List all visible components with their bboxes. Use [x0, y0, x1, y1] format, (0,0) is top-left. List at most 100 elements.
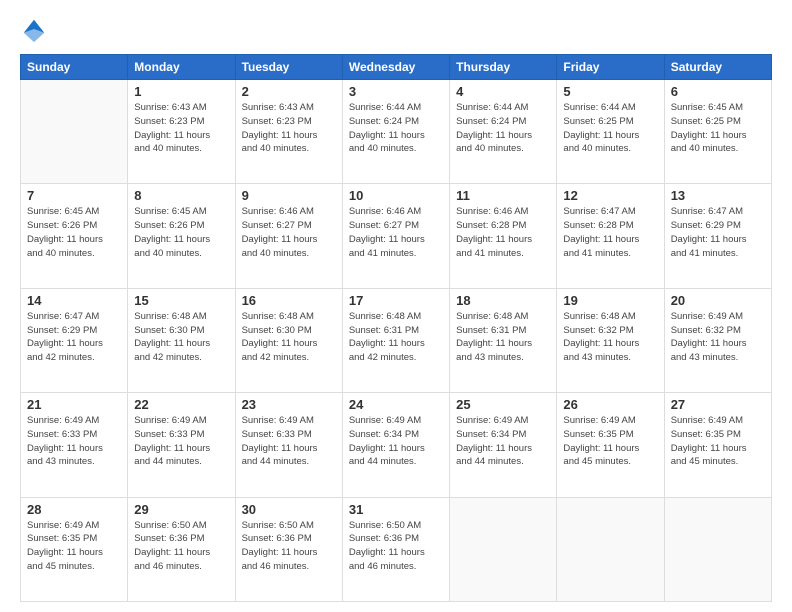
day-info: Sunrise: 6:44 AM Sunset: 6:24 PM Dayligh… [349, 101, 443, 156]
calendar-week-row: 14 Sunrise: 6:47 AM Sunset: 6:29 PM Dayli… [21, 288, 772, 392]
day-info: Sunrise: 6:48 AM Sunset: 6:31 PM Dayligh… [456, 310, 550, 365]
calendar-cell: 20 Sunrise: 6:49 AM Sunset: 6:32 PM Dayli… [664, 288, 771, 392]
day-number: 5 [563, 84, 657, 99]
col-header-saturday: Saturday [664, 55, 771, 80]
day-number: 14 [27, 293, 121, 308]
calendar-cell: 23Sunrise: 6:49 AM Sunset: 6:33 PM Dayli… [235, 393, 342, 497]
day-number: 23 [242, 397, 336, 412]
day-number: 31 [349, 502, 443, 517]
day-info: Sunrise: 6:48 AM Sunset: 6:30 PM Dayligh… [242, 310, 336, 365]
day-info: Sunrise: 6:48 AM Sunset: 6:32 PM Dayligh… [563, 310, 657, 365]
day-number: 4 [456, 84, 550, 99]
calendar-cell: 2Sunrise: 6:43 AM Sunset: 6:23 PM Daylig… [235, 80, 342, 184]
day-info: Sunrise: 6:45 AM Sunset: 6:26 PM Dayligh… [27, 205, 121, 260]
calendar-cell: 25 Sunrise: 6:49 AM Sunset: 6:34 PM Dayli… [450, 393, 557, 497]
day-number: 6 [671, 84, 765, 99]
day-number: 9 [242, 188, 336, 203]
day-number: 22 [134, 397, 228, 412]
calendar-cell: 15 Sunrise: 6:48 AM Sunset: 6:30 PM Dayli… [128, 288, 235, 392]
day-info: Sunrise: 6:48 AM Sunset: 6:31 PM Dayligh… [349, 310, 443, 365]
day-info: Sunrise: 6:49 AM Sunset: 6:35 PM Dayligh… [563, 414, 657, 469]
day-number: 20 [671, 293, 765, 308]
day-info: Sunrise: 6:49 AM Sunset: 6:33 PM Dayligh… [134, 414, 228, 469]
col-header-monday: Monday [128, 55, 235, 80]
day-info: Sunrise: 6:46 AM Sunset: 6:28 PM Dayligh… [456, 205, 550, 260]
calendar-cell: 4 Sunrise: 6:44 AM Sunset: 6:24 PM Daylig… [450, 80, 557, 184]
day-number: 29 [134, 502, 228, 517]
day-info: Sunrise: 6:44 AM Sunset: 6:24 PM Dayligh… [456, 101, 550, 156]
day-info: Sunrise: 6:49 AM Sunset: 6:34 PM Dayligh… [349, 414, 443, 469]
day-info: Sunrise: 6:50 AM Sunset: 6:36 PM Dayligh… [349, 519, 443, 574]
calendar-cell: 10Sunrise: 6:46 AM Sunset: 6:27 PM Dayli… [342, 184, 449, 288]
day-info: Sunrise: 6:49 AM Sunset: 6:35 PM Dayligh… [27, 519, 121, 574]
day-info: Sunrise: 6:46 AM Sunset: 6:27 PM Dayligh… [349, 205, 443, 260]
logo [20, 16, 52, 44]
header [20, 16, 772, 44]
day-number: 15 [134, 293, 228, 308]
day-info: Sunrise: 6:49 AM Sunset: 6:32 PM Dayligh… [671, 310, 765, 365]
day-info: Sunrise: 6:49 AM Sunset: 6:33 PM Dayligh… [27, 414, 121, 469]
day-info: Sunrise: 6:50 AM Sunset: 6:36 PM Dayligh… [134, 519, 228, 574]
calendar-header-row: SundayMondayTuesdayWednesdayThursdayFrid… [21, 55, 772, 80]
calendar-cell: 24 Sunrise: 6:49 AM Sunset: 6:34 PM Dayli… [342, 393, 449, 497]
calendar-cell: 5 Sunrise: 6:44 AM Sunset: 6:25 PM Daylig… [557, 80, 664, 184]
day-number: 11 [456, 188, 550, 203]
day-info: Sunrise: 6:47 AM Sunset: 6:29 PM Dayligh… [27, 310, 121, 365]
calendar-cell: 29 Sunrise: 6:50 AM Sunset: 6:36 PM Dayli… [128, 497, 235, 601]
calendar-cell: 9Sunrise: 6:46 AM Sunset: 6:27 PM Daylig… [235, 184, 342, 288]
day-info: Sunrise: 6:43 AM Sunset: 6:23 PM Dayligh… [134, 101, 228, 156]
day-number: 24 [349, 397, 443, 412]
day-info: Sunrise: 6:44 AM Sunset: 6:25 PM Dayligh… [563, 101, 657, 156]
calendar-week-row: 1 Sunrise: 6:43 AM Sunset: 6:23 PM Daylig… [21, 80, 772, 184]
calendar-table: SundayMondayTuesdayWednesdayThursdayFrid… [20, 54, 772, 602]
day-number: 26 [563, 397, 657, 412]
day-number: 21 [27, 397, 121, 412]
day-number: 3 [349, 84, 443, 99]
calendar-cell: 26 Sunrise: 6:49 AM Sunset: 6:35 PM Dayli… [557, 393, 664, 497]
day-info: Sunrise: 6:49 AM Sunset: 6:35 PM Dayligh… [671, 414, 765, 469]
calendar-cell [557, 497, 664, 601]
calendar-week-row: 7Sunrise: 6:45 AM Sunset: 6:26 PM Daylig… [21, 184, 772, 288]
calendar-cell: 11 Sunrise: 6:46 AM Sunset: 6:28 PM Dayli… [450, 184, 557, 288]
day-number: 28 [27, 502, 121, 517]
day-info: Sunrise: 6:45 AM Sunset: 6:25 PM Dayligh… [671, 101, 765, 156]
day-number: 13 [671, 188, 765, 203]
day-number: 16 [242, 293, 336, 308]
calendar-cell: 14 Sunrise: 6:47 AM Sunset: 6:29 PM Dayli… [21, 288, 128, 392]
calendar-cell: 21 Sunrise: 6:49 AM Sunset: 6:33 PM Dayli… [21, 393, 128, 497]
calendar-cell: 16 Sunrise: 6:48 AM Sunset: 6:30 PM Dayli… [235, 288, 342, 392]
day-number: 30 [242, 502, 336, 517]
day-number: 19 [563, 293, 657, 308]
col-header-thursday: Thursday [450, 55, 557, 80]
calendar-cell: 30 Sunrise: 6:50 AM Sunset: 6:36 PM Dayli… [235, 497, 342, 601]
col-header-wednesday: Wednesday [342, 55, 449, 80]
day-number: 17 [349, 293, 443, 308]
day-number: 27 [671, 397, 765, 412]
logo-icon [20, 16, 48, 44]
calendar-cell: 28 Sunrise: 6:49 AM Sunset: 6:35 PM Dayli… [21, 497, 128, 601]
day-number: 12 [563, 188, 657, 203]
calendar-cell: 13 Sunrise: 6:47 AM Sunset: 6:29 PM Dayli… [664, 184, 771, 288]
day-info: Sunrise: 6:50 AM Sunset: 6:36 PM Dayligh… [242, 519, 336, 574]
calendar-cell: 18Sunrise: 6:48 AM Sunset: 6:31 PM Dayli… [450, 288, 557, 392]
calendar-cell: 8Sunrise: 6:45 AM Sunset: 6:26 PM Daylig… [128, 184, 235, 288]
day-info: Sunrise: 6:47 AM Sunset: 6:28 PM Dayligh… [563, 205, 657, 260]
col-header-tuesday: Tuesday [235, 55, 342, 80]
calendar-cell: 7Sunrise: 6:45 AM Sunset: 6:26 PM Daylig… [21, 184, 128, 288]
page: SundayMondayTuesdayWednesdayThursdayFrid… [0, 0, 792, 612]
day-info: Sunrise: 6:49 AM Sunset: 6:34 PM Dayligh… [456, 414, 550, 469]
calendar-week-row: 28 Sunrise: 6:49 AM Sunset: 6:35 PM Dayli… [21, 497, 772, 601]
day-info: Sunrise: 6:45 AM Sunset: 6:26 PM Dayligh… [134, 205, 228, 260]
calendar-cell: 17 Sunrise: 6:48 AM Sunset: 6:31 PM Dayli… [342, 288, 449, 392]
calendar-cell: 6 Sunrise: 6:45 AM Sunset: 6:25 PM Daylig… [664, 80, 771, 184]
day-number: 25 [456, 397, 550, 412]
day-info: Sunrise: 6:43 AM Sunset: 6:23 PM Dayligh… [242, 101, 336, 156]
calendar-cell: 31 Sunrise: 6:50 AM Sunset: 6:36 PM Dayli… [342, 497, 449, 601]
day-number: 1 [134, 84, 228, 99]
calendar-cell [664, 497, 771, 601]
day-info: Sunrise: 6:47 AM Sunset: 6:29 PM Dayligh… [671, 205, 765, 260]
calendar-week-row: 21 Sunrise: 6:49 AM Sunset: 6:33 PM Dayli… [21, 393, 772, 497]
day-info: Sunrise: 6:48 AM Sunset: 6:30 PM Dayligh… [134, 310, 228, 365]
calendar-cell: 22 Sunrise: 6:49 AM Sunset: 6:33 PM Dayli… [128, 393, 235, 497]
calendar-cell: 1 Sunrise: 6:43 AM Sunset: 6:23 PM Daylig… [128, 80, 235, 184]
